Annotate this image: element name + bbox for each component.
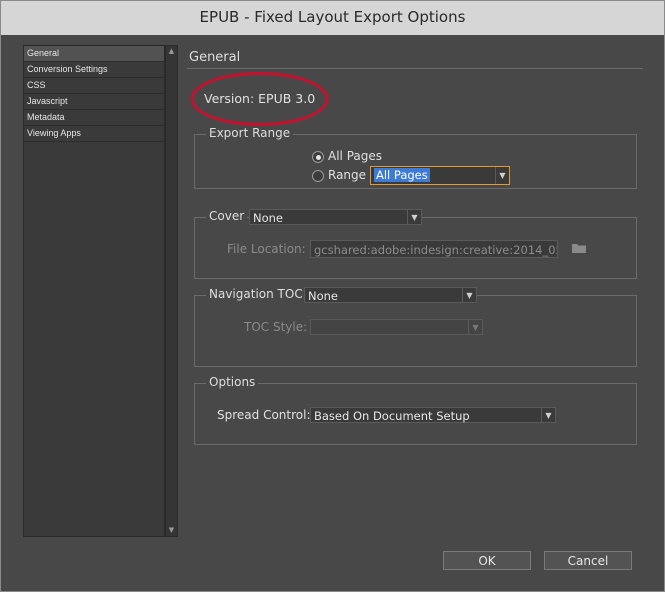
cover-legend: Cover — [206, 209, 248, 223]
export-options-dialog: EPUB - Fixed Layout Export Options Gener… — [0, 0, 665, 592]
chevron-down-icon: ▼ — [468, 320, 482, 334]
all-pages-radio[interactable] — [312, 151, 324, 163]
toc-style-label: TOC Style: — [244, 320, 308, 334]
scroll-down-icon[interactable]: ▼ — [166, 525, 177, 536]
toc-style-dropdown[interactable]: ▼ — [310, 319, 483, 335]
cover-dropdown[interactable]: None ▼ — [249, 209, 422, 225]
folder-icon[interactable] — [571, 242, 587, 254]
ok-button[interactable]: OK — [443, 551, 531, 570]
sidebar-item-css[interactable]: CSS — [24, 78, 164, 94]
highlight-annotation — [191, 72, 329, 126]
sidebar-item-viewing-apps[interactable]: Viewing Apps — [24, 126, 164, 142]
scroll-up-icon[interactable]: ▲ — [166, 46, 177, 57]
chevron-down-icon: ▼ — [462, 288, 476, 302]
sidebar-scrollbar[interactable]: ▲ ▼ — [165, 45, 178, 537]
file-location-label: File Location: — [227, 242, 306, 256]
export-range-legend: Export Range — [206, 126, 294, 140]
cover-dropdown-value: None — [253, 211, 284, 225]
panel-divider — [187, 68, 643, 69]
range-radio[interactable] — [312, 170, 324, 182]
range-dropdown-value: All Pages — [374, 168, 430, 182]
chevron-down-icon: ▼ — [541, 408, 555, 422]
window-title: EPUB - Fixed Layout Export Options — [1, 1, 664, 35]
dialog-body: General Conversion Settings CSS Javascri… — [9, 35, 656, 583]
navigation-toc-legend: Navigation TOC — [206, 287, 306, 301]
sidebar-item-javascript[interactable]: Javascript — [24, 94, 164, 110]
sidebar-item-conversion-settings[interactable]: Conversion Settings — [24, 62, 164, 78]
navigation-toc-value: None — [308, 289, 339, 303]
all-pages-label[interactable]: All Pages — [328, 149, 382, 163]
panel-title: General — [189, 50, 241, 65]
spread-control-label: Spread Control: — [217, 408, 311, 422]
range-label[interactable]: Range — [328, 168, 366, 182]
sidebar-item-general[interactable]: General — [24, 46, 164, 62]
navigation-toc-dropdown[interactable]: None ▼ — [304, 287, 477, 303]
spread-control-dropdown[interactable]: Based On Document Setup ▼ — [310, 407, 556, 423]
range-dropdown[interactable]: All Pages ▼ — [370, 166, 510, 185]
sidebar-item-metadata[interactable]: Metadata — [24, 110, 164, 126]
category-list: General Conversion Settings CSS Javascri… — [23, 45, 165, 537]
chevron-down-icon: ▼ — [495, 167, 509, 184]
chevron-down-icon: ▼ — [407, 210, 421, 224]
file-location-field[interactable]: gcshared:adobe:indesign:creative:2014_05… — [310, 240, 558, 258]
spread-control-value: Based On Document Setup — [314, 409, 470, 423]
options-legend: Options — [206, 375, 259, 389]
cancel-button[interactable]: Cancel — [544, 551, 632, 570]
